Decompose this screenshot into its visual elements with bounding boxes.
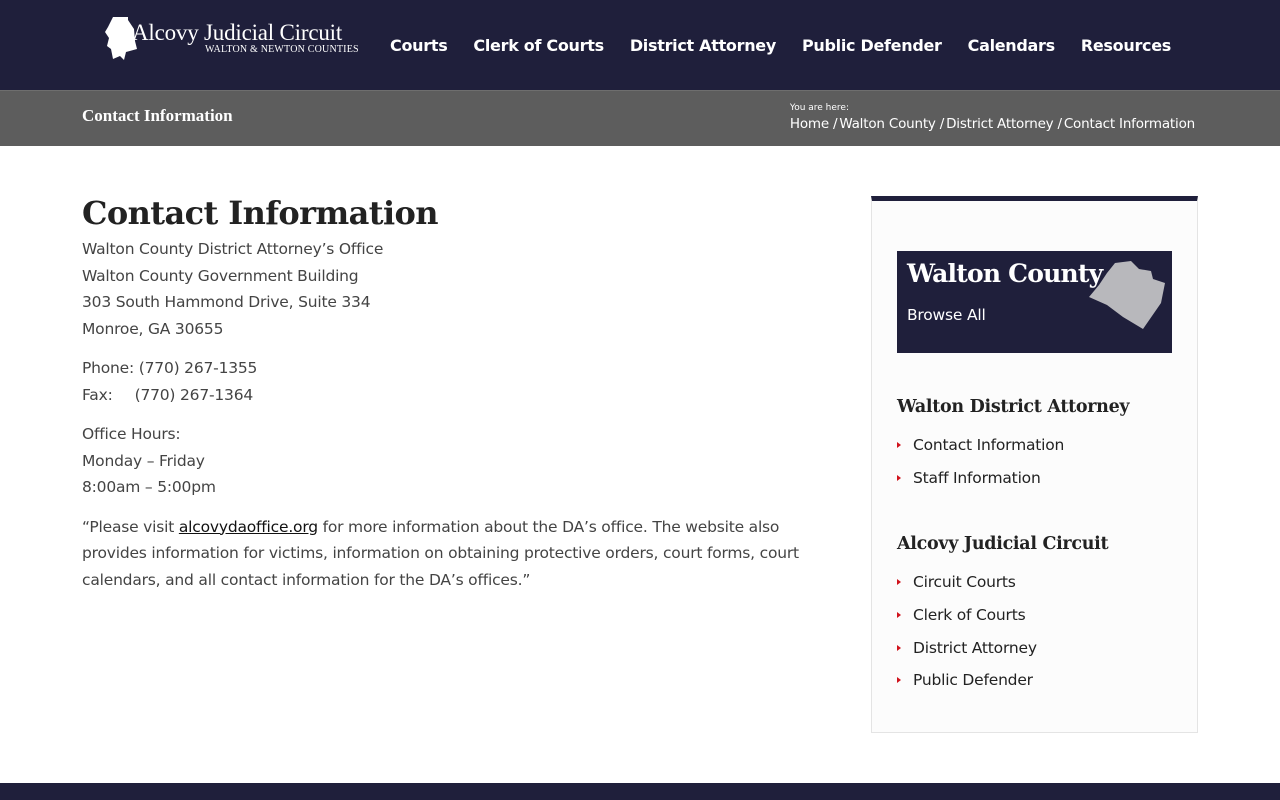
fax-label: Fax: xyxy=(82,385,113,404)
address-line: 303 South Hammond Drive, Suite 334 xyxy=(82,293,371,311)
bullet-icon xyxy=(897,677,901,684)
widget-title-walton-da: Walton District Attorney xyxy=(897,397,1130,417)
site-logo[interactable]: Alcovy Judicial Circuit WALTON & NEWTON … xyxy=(104,16,364,62)
note-text-before: “Please visit xyxy=(82,517,179,536)
breadcrumb-separator: / xyxy=(1057,116,1062,132)
breadcrumb-home[interactable]: Home xyxy=(790,116,829,132)
nav-courts[interactable]: Courts xyxy=(390,36,448,55)
nav-public-defender[interactable]: Public Defender xyxy=(802,36,942,55)
da-website-link[interactable]: alcovydaoffice.org xyxy=(179,518,318,536)
list-item: Circuit Courts xyxy=(897,566,1037,599)
nav-clerk-of-courts[interactable]: Clerk of Courts xyxy=(473,36,604,55)
hours-block: Office Hours: Monday – Friday 8:00am – 5… xyxy=(82,421,812,501)
page-title: Contact Information xyxy=(82,194,439,232)
address-line: Monroe, GA 30655 xyxy=(82,319,224,338)
sidebar: Walton County Browse All Walton District… xyxy=(871,196,1198,733)
bullet-icon xyxy=(897,644,901,651)
address-line: Walton County Government Building xyxy=(82,266,359,285)
sidebar-link-public-defender[interactable]: Public Defender xyxy=(913,671,1033,689)
logo-subtitle: WALTON & NEWTON COUNTIES xyxy=(205,44,359,55)
sidebar-link-clerk-of-courts[interactable]: Clerk of Courts xyxy=(913,606,1026,624)
sidebar-link-staff-information[interactable]: Staff Information xyxy=(913,469,1041,487)
breadcrumb: You are here: Home / Walton County / Distric… xyxy=(790,103,1195,132)
breadcrumb-separator: / xyxy=(832,116,838,132)
address-line: Walton County District Attorney’s Office xyxy=(82,240,384,258)
fax-number: (770) 267-1364 xyxy=(134,385,254,404)
nav-resources[interactable]: Resources xyxy=(1081,36,1171,55)
phone-label: Phone: xyxy=(82,359,135,377)
site-header: Alcovy Judicial Circuit WALTON & NEWTON … xyxy=(0,0,1280,90)
browse-all-link[interactable]: Browse All xyxy=(907,306,986,324)
county-card-title: Walton County xyxy=(907,259,1103,288)
walton-da-links: Contact Information Staff Information xyxy=(897,429,1064,494)
hours-label: Office Hours: xyxy=(82,425,181,443)
sidebar-link-contact-information[interactable]: Contact Information xyxy=(913,436,1064,454)
sidebar-link-circuit-courts[interactable]: Circuit Courts xyxy=(913,573,1016,591)
site-footer xyxy=(0,783,1280,800)
bullet-icon xyxy=(897,475,901,482)
bullet-icon xyxy=(897,442,901,449)
breadcrumb-trail: Home / Walton County / District Attorney / Con… xyxy=(790,116,1195,132)
list-item: Staff Information xyxy=(897,462,1064,495)
sidebar-link-district-attorney[interactable]: District Attorney xyxy=(913,639,1037,657)
title-bar-heading: Contact Information xyxy=(82,106,233,125)
list-item: Clerk of Courts xyxy=(897,599,1037,632)
list-item: District Attorney xyxy=(897,631,1037,664)
main-content: Contact Information Walton County Distri… xyxy=(82,192,812,606)
hours-days: Monday – Friday xyxy=(82,451,205,470)
breadcrumb-walton-county[interactable]: Walton County xyxy=(839,116,936,132)
alcovy-circuit-links: Circuit Courts Clerk of Courts District … xyxy=(897,566,1037,697)
bullet-icon xyxy=(897,579,901,586)
website-note: “Please visit alcovydaoffice.org for mor… xyxy=(82,514,812,594)
bullet-icon xyxy=(897,612,901,619)
nav-calendars[interactable]: Calendars xyxy=(968,36,1056,55)
widget-title-alcovy-circuit: Alcovy Judicial Circuit xyxy=(897,534,1109,554)
title-bar: Contact Information You are here: Home / W… xyxy=(0,90,1280,146)
walton-county-card[interactable]: Walton County Browse All xyxy=(897,251,1172,353)
breadcrumb-separator: / xyxy=(939,116,945,132)
address-block: Walton County District Attorney’s Office… xyxy=(82,236,812,342)
breadcrumb-label: You are here: xyxy=(789,103,849,113)
breadcrumb-district-attorney[interactable]: District Attorney xyxy=(946,116,1054,132)
nav-district-attorney[interactable]: District Attorney xyxy=(630,36,776,55)
phone-number: (770) 267-1355 xyxy=(138,359,258,377)
logo-title: Alcovy Judicial Circuit xyxy=(132,20,343,45)
main-nav: Courts Clerk of Courts District Attorney… xyxy=(390,0,1195,90)
hours-time: 8:00am – 5:00pm xyxy=(82,478,216,496)
breadcrumb-current: Contact Information xyxy=(1063,116,1195,132)
list-item: Contact Information xyxy=(897,429,1064,462)
list-item: Public Defender xyxy=(897,664,1037,697)
phone-block: Phone: (770) 267-1355 Fax: (770) 267-1364 xyxy=(82,355,812,408)
